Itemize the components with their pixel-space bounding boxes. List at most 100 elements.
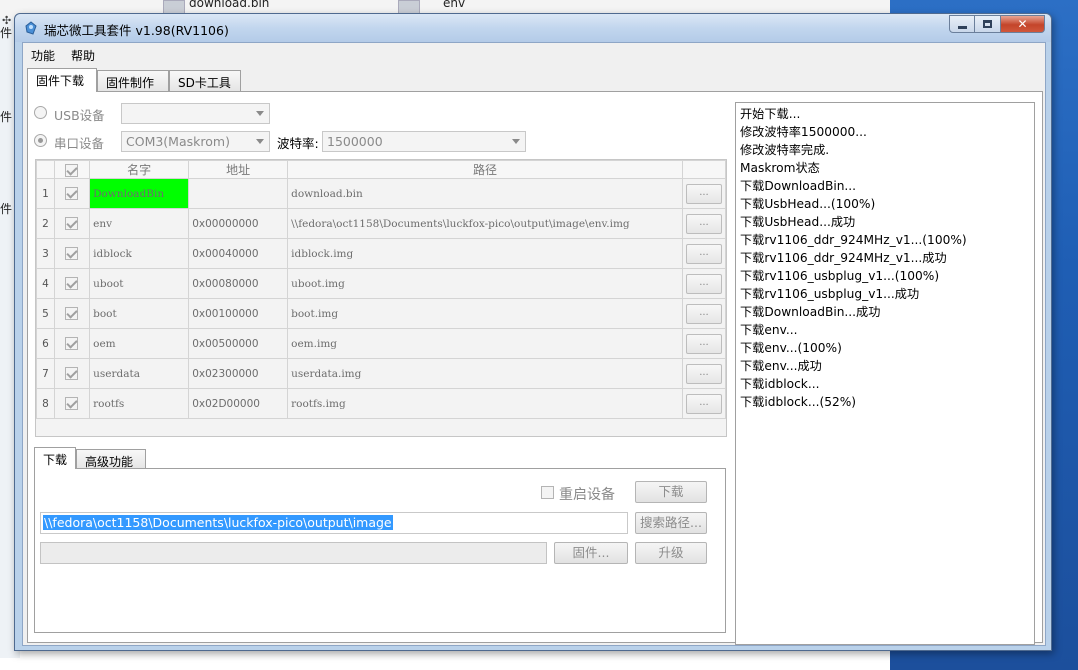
window-title: 瑞芯微工具套件 v1.98(RV1106)	[44, 23, 229, 38]
row-name[interactable]: idblock	[89, 238, 190, 269]
row-address[interactable]: 0x00080000	[188, 268, 289, 299]
download-button[interactable]: 下载	[635, 481, 707, 503]
serial-port-select[interactable]: COM3(Maskrom)	[121, 131, 270, 152]
tab-download[interactable]: 下载	[34, 447, 76, 469]
row-browse-cell: ...	[681, 388, 727, 419]
table-row[interactable]: 6 oem 0x00500000 oem.img...	[36, 328, 727, 359]
tab-firmware-make[interactable]: 固件制作	[97, 70, 169, 92]
table-row[interactable]: 2 env 0x00000000 \\fedora\oct1158\Documents…	[36, 208, 727, 239]
table-row[interactable]: 8 rootfs 0x02D00000 rootfs.img...	[36, 388, 727, 419]
row-checkbox[interactable]	[65, 397, 79, 410]
table-row[interactable]: 4 uboot 0x00080000 uboot.img...	[36, 268, 727, 299]
log-line: 下载DownloadBin...成功	[740, 305, 881, 319]
row-address[interactable]: 0x00040000	[188, 238, 289, 269]
row-path[interactable]: rootfs.img	[287, 388, 683, 419]
row-checkbox[interactable]	[65, 247, 79, 260]
row-name[interactable]: boot	[89, 298, 190, 329]
table-row[interactable]: 7 userdata 0x02300000 userdata.img...	[36, 358, 727, 389]
tab-firmware-download[interactable]: 固件下载	[27, 68, 97, 92]
row-address[interactable]: 0x00000000	[188, 208, 289, 239]
row-browse-button[interactable]: ...	[685, 303, 722, 324]
close-button[interactable]: ✕	[1001, 15, 1045, 33]
upgrade-button[interactable]: 升级	[635, 542, 707, 564]
title-bar[interactable]: 瑞芯微工具套件 v1.98(RV1106) ✕	[15, 14, 1051, 42]
firmware-path-input[interactable]: \\fedora\oct1158\Documents\luckfox-pico\…	[40, 512, 628, 534]
row-path[interactable]: download.bin	[287, 178, 683, 209]
row-checkbox-cell[interactable]	[53, 328, 91, 359]
row-checkbox[interactable]	[65, 337, 79, 350]
row-number: 1	[36, 178, 55, 209]
row-name[interactable]: uboot	[89, 268, 190, 299]
row-browse-button[interactable]: ...	[685, 333, 722, 354]
log-line: 下载env...	[740, 323, 798, 337]
row-checkbox[interactable]	[65, 307, 79, 320]
firmware-button[interactable]: 固件...	[554, 542, 628, 564]
menu-bar: 功能 帮助	[23, 43, 1045, 65]
row-browse-cell: ...	[681, 328, 727, 359]
row-name[interactable]: env	[89, 208, 190, 239]
row-path[interactable]: \\fedora\oct1158\Documents\luckfox-pico\…	[287, 208, 683, 239]
header-select-all[interactable]	[53, 160, 91, 179]
desktop-file-env[interactable]: env	[443, 0, 465, 10]
row-browse-button[interactable]: ...	[685, 243, 722, 264]
tab-sd-tool[interactable]: SD卡工具	[169, 70, 241, 92]
log-line: 下载rv1106_usbplug_v1...(100%)	[740, 269, 940, 283]
row-checkbox[interactable]	[65, 367, 79, 380]
row-path[interactable]: uboot.img	[287, 268, 683, 299]
row-address[interactable]: 0x00500000	[188, 328, 289, 359]
log-line: 下载rv1106_ddr_924MHz_v1...成功	[740, 251, 947, 265]
row-checkbox-cell[interactable]	[53, 238, 91, 269]
row-browse-button[interactable]: ...	[685, 393, 722, 414]
row-checkbox-cell[interactable]	[53, 298, 91, 329]
row-checkbox[interactable]	[65, 187, 79, 200]
usb-device-select[interactable]	[121, 103, 270, 124]
row-browse-cell: ...	[681, 208, 727, 239]
row-address[interactable]	[188, 178, 289, 209]
app-icon	[25, 21, 37, 35]
row-checkbox[interactable]	[65, 217, 79, 230]
log-line: 下载rv1106_ddr_924MHz_v1...(100%)	[740, 233, 967, 247]
row-path[interactable]: userdata.img	[287, 358, 683, 389]
row-checkbox[interactable]	[65, 277, 79, 290]
row-browse-cell: ...	[681, 268, 727, 299]
desktop-file-download-bin[interactable]: download.bin	[189, 0, 269, 10]
row-address[interactable]: 0x02300000	[188, 358, 289, 389]
row-name[interactable]: oem	[89, 328, 190, 359]
log-line: 下载env...成功	[740, 359, 822, 373]
tab-advanced[interactable]: 高级功能	[76, 449, 146, 469]
row-checkbox-cell[interactable]	[53, 358, 91, 389]
table-row[interactable]: 3 idblock 0x00040000 idblock.img...	[36, 238, 727, 269]
row-checkbox-cell[interactable]	[53, 268, 91, 299]
row-path[interactable]: oem.img	[287, 328, 683, 359]
row-path[interactable]: idblock.img	[287, 238, 683, 269]
row-browse-button[interactable]: ...	[685, 363, 722, 384]
row-checkbox-cell[interactable]	[53, 388, 91, 419]
header-browse	[681, 160, 727, 179]
usb-device-radio[interactable]	[34, 106, 47, 119]
table-row[interactable]: 5 boot 0x00100000 boot.img...	[36, 298, 727, 329]
row-browse-button[interactable]: ...	[685, 273, 722, 294]
menu-function[interactable]: 功能	[31, 47, 55, 64]
row-address[interactable]: 0x00100000	[188, 298, 289, 329]
select-all-checkbox[interactable]	[65, 163, 79, 177]
close-icon: ✕	[1017, 17, 1028, 31]
row-browse-button[interactable]: ...	[685, 183, 722, 204]
table-row[interactable]: 1 DownloadBin download.bin...	[36, 178, 727, 209]
minimize-button[interactable]	[949, 15, 975, 33]
serial-device-radio[interactable]	[34, 134, 47, 147]
row-address[interactable]: 0x02D00000	[188, 388, 289, 419]
log-panel[interactable]: 开始下载... 修改波特率1500000... 修改波特率完成. Maskrom状态下…	[735, 102, 1035, 645]
row-checkbox-cell[interactable]	[53, 178, 91, 209]
row-name[interactable]: rootfs	[89, 388, 190, 419]
row-checkbox-cell[interactable]	[53, 208, 91, 239]
search-path-button[interactable]: 搜索路径...	[635, 512, 707, 534]
menu-help[interactable]: 帮助	[71, 47, 95, 64]
row-name[interactable]: DownloadBin	[89, 178, 190, 209]
usb-device-label: USB设备	[54, 108, 105, 123]
baud-rate-select[interactable]: 1500000	[322, 131, 526, 152]
reboot-checkbox[interactable]	[541, 486, 554, 499]
row-path[interactable]: boot.img	[287, 298, 683, 329]
row-name[interactable]: userdata	[89, 358, 190, 389]
maximize-button[interactable]	[975, 15, 1001, 33]
row-browse-button[interactable]: ...	[685, 213, 722, 234]
